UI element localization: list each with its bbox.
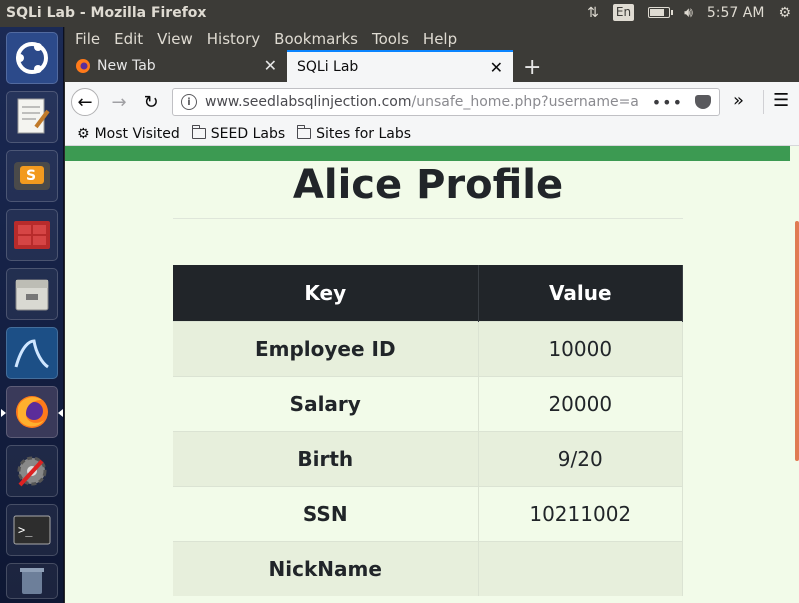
new-tab-plus-icon[interactable]: +	[523, 55, 541, 80]
site-info-icon[interactable]: i	[181, 94, 197, 110]
reload-icon[interactable]: ↻	[137, 88, 165, 116]
svg-text:>_: >_	[18, 523, 33, 537]
wireshark-icon[interactable]	[6, 327, 58, 379]
pocket-icon[interactable]	[695, 95, 711, 109]
row-value	[478, 540, 683, 596]
url-bar[interactable]: i www.seedlabsqlinjection.com/unsafe_hom…	[172, 88, 720, 116]
page-content: Alice Profile Key Value Employee ID 1000…	[65, 146, 799, 603]
page-scrollbar[interactable]	[795, 221, 799, 461]
tab-title: New Tab	[97, 58, 156, 74]
row-value: 10211002	[478, 485, 683, 541]
keyboard-layout-indicator[interactable]: En	[612, 4, 635, 21]
row-key: Salary	[173, 375, 479, 431]
firefox-icon[interactable]	[1, 386, 63, 438]
gear-icon: ⚙	[77, 125, 90, 142]
bookmark-seed-labs[interactable]: SEED Labs	[191, 125, 286, 142]
menu-help[interactable]: Help	[423, 30, 457, 48]
bookmark-most-visited[interactable]: ⚙ Most Visited	[77, 126, 180, 142]
row-key: SSN	[173, 485, 479, 541]
row-value: 10000	[478, 320, 683, 376]
bookmark-label: SEED Labs	[210, 125, 286, 142]
tab-sqli-lab[interactable]: SQLi Lab ✕	[287, 50, 513, 82]
folder-icon	[191, 125, 206, 139]
table-row: Birth 9/20	[173, 430, 683, 486]
ubuntu-top-panel: SQLi Lab - Mozilla Firefox ⇅ En 🔊︎ 5:57 …	[0, 0, 799, 27]
system-tray: ⇅ En 🔊︎ 5:57 AM ⚙	[587, 4, 791, 21]
profile-table: Key Value Employee ID 10000 Salary 20000…	[173, 265, 683, 596]
close-tab-icon[interactable]: ✕	[490, 58, 503, 77]
tab-title: SQLi Lab	[297, 59, 359, 75]
row-value: 20000	[478, 375, 683, 431]
url-path: /unsafe_home.php?username=a	[411, 94, 639, 110]
firefox-favicon-icon	[76, 59, 90, 73]
text-editor-icon[interactable]	[6, 91, 58, 143]
toolbar-separator	[763, 90, 764, 114]
page-actions-ellipsis-icon[interactable]: •••	[645, 93, 683, 112]
table-row: Employee ID 10000	[173, 320, 683, 376]
title-divider	[173, 218, 683, 219]
header-value: Value	[478, 265, 683, 321]
navbar-green-strip	[65, 146, 790, 161]
bookmark-label: Most Visited	[94, 125, 180, 142]
back-arrow-icon[interactable]: ←	[71, 88, 99, 116]
terminal-red-icon[interactable]	[6, 209, 58, 261]
menu-tools[interactable]: Tools	[372, 30, 409, 48]
table-row: NickName	[173, 540, 683, 596]
navigation-toolbar: ← → ↻ i www.seedlabsqlinjection.com/unsa…	[65, 82, 799, 122]
url-host: www.seedlabsqlinjection.com	[205, 94, 412, 110]
bookmark-label: Sites for Labs	[316, 125, 412, 142]
menu-file[interactable]: File	[75, 30, 100, 48]
dash-home-icon[interactable]	[6, 32, 58, 84]
row-key: Employee ID	[173, 320, 479, 376]
bookmark-sites-for-labs[interactable]: Sites for Labs	[297, 125, 412, 142]
forward-arrow-icon[interactable]: →	[105, 88, 133, 116]
hamburger-menu-icon[interactable]: ☰	[773, 90, 789, 111]
row-key: Birth	[173, 430, 479, 486]
volume-icon[interactable]: 🔊︎	[684, 5, 693, 21]
tab-bar: New Tab ✕ SQLi Lab ✕	[65, 50, 799, 82]
firefox-window: File Edit View History Bookmarks Tools H…	[65, 27, 799, 603]
network-transfer-icon[interactable]: ⇅	[587, 5, 599, 21]
table-header-row: Key Value	[173, 265, 683, 321]
row-value: 9/20	[478, 430, 683, 486]
header-key: Key	[173, 265, 479, 321]
toolbar-overflow-icon[interactable]: »	[733, 90, 744, 111]
menu-bar: File Edit View History Bookmarks Tools H…	[65, 27, 799, 50]
system-settings-icon[interactable]	[6, 445, 58, 497]
table-row: SSN 10211002	[173, 485, 683, 541]
page-title: Alice Profile	[292, 162, 564, 208]
sublime-text-icon[interactable]: S	[6, 150, 58, 202]
battery-icon[interactable]	[648, 7, 674, 18]
close-tab-icon[interactable]: ✕	[264, 56, 277, 75]
menu-edit[interactable]: Edit	[114, 30, 143, 48]
table-row: Salary 20000	[173, 375, 683, 431]
terminal-icon[interactable]: >_	[6, 504, 58, 556]
menu-view[interactable]: View	[157, 30, 193, 48]
folder-icon	[297, 125, 312, 139]
clock[interactable]: 5:57 AM	[707, 5, 765, 21]
window-title: SQLi Lab - Mozilla Firefox	[6, 5, 207, 21]
tab-new-tab[interactable]: New Tab ✕	[65, 50, 287, 82]
menu-bookmarks[interactable]: Bookmarks	[274, 30, 358, 48]
trash-icon[interactable]	[6, 563, 58, 599]
menu-history[interactable]: History	[207, 30, 260, 48]
bookmarks-toolbar: ⚙ Most Visited SEED Labs Sites for Labs	[65, 122, 799, 146]
row-key: NickName	[173, 540, 479, 596]
svg-text:S: S	[26, 168, 36, 184]
file-manager-icon[interactable]	[6, 268, 58, 320]
unity-launcher: S >_	[0, 27, 64, 603]
power-gear-icon[interactable]: ⚙	[778, 5, 791, 21]
